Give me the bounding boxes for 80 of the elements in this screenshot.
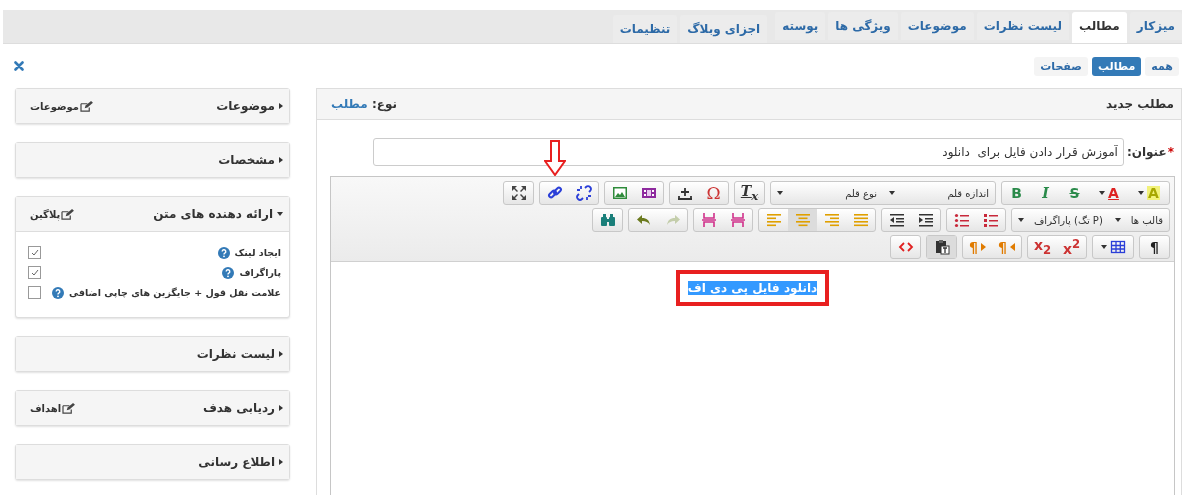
broken-link-icon bbox=[575, 185, 592, 201]
panel-toggle[interactable]: اطلاع رسانی bbox=[198, 455, 283, 469]
filter-pill[interactable]: مطالب bbox=[1091, 56, 1142, 76]
align-center-icon bbox=[794, 212, 811, 228]
link-icon bbox=[546, 185, 563, 201]
help-icon[interactable] bbox=[217, 246, 230, 259]
format-dropdown[interactable]: نوع قلم bbox=[771, 182, 883, 204]
option-label: علامت نقل قول + جایگزین های چاپی اضافی bbox=[69, 287, 281, 298]
title-field[interactable]: آموزش قرار دادن فایل برای دانلود bbox=[373, 138, 1124, 166]
edit-link[interactable]: اهداف bbox=[30, 402, 76, 414]
special-character-button[interactable]: Ω bbox=[699, 182, 728, 204]
nav-tab[interactable]: مطالب bbox=[1071, 12, 1127, 43]
required-mark: * bbox=[1167, 145, 1174, 159]
numbered-list-icon bbox=[982, 212, 999, 228]
clear-format-button[interactable]: T$_{x}$ bbox=[735, 182, 764, 204]
strikethrough-button[interactable]: S bbox=[1060, 182, 1089, 204]
help-icon[interactable] bbox=[52, 286, 65, 299]
nav-tab[interactable]: اجزای وبلاگ bbox=[680, 15, 768, 43]
title-label: عنوان: bbox=[1126, 145, 1167, 159]
filter-pill[interactable]: همه bbox=[1145, 56, 1179, 76]
anchor-icon bbox=[676, 185, 693, 201]
justify-icon bbox=[852, 212, 869, 228]
format-dropdown[interactable]: (P تگ) پاراگراف bbox=[1012, 209, 1109, 231]
page-break-icon bbox=[729, 212, 746, 228]
checkbox[interactable] bbox=[28, 246, 41, 259]
page-break-icon bbox=[700, 212, 717, 228]
close-icon[interactable] bbox=[14, 61, 24, 71]
table-icon bbox=[1109, 239, 1126, 255]
outdent-icon bbox=[888, 212, 905, 228]
indent-icon bbox=[917, 212, 934, 228]
edit-icon bbox=[62, 402, 76, 414]
ltr-button[interactable]: ¶ bbox=[963, 236, 992, 258]
right-arrow-icon bbox=[980, 243, 986, 251]
film-icon bbox=[640, 185, 657, 201]
panel-title: مطلب جدید bbox=[1106, 97, 1174, 111]
nav-tab[interactable]: موضوعات bbox=[900, 12, 974, 40]
panel-toggle[interactable]: ردیابی هدف bbox=[202, 401, 283, 415]
help-icon[interactable] bbox=[222, 266, 235, 279]
panel-toggle[interactable]: لیست نظرات bbox=[196, 347, 283, 361]
bullet-list-icon bbox=[953, 212, 970, 228]
left-arrow-icon bbox=[1009, 243, 1015, 251]
align-left-icon bbox=[765, 212, 782, 228]
edit-link[interactable]: پلاگین bbox=[30, 208, 75, 220]
bold-button[interactable]: B bbox=[1002, 182, 1031, 204]
filter-pill[interactable]: صفحات bbox=[1034, 56, 1088, 76]
italic-button[interactable]: I bbox=[1031, 182, 1060, 204]
superscript-button[interactable]: x$^{2}$ bbox=[1057, 236, 1086, 258]
editor-text: دانلود فایل پی دی اف bbox=[687, 281, 818, 295]
checkmark-icon bbox=[29, 247, 40, 258]
edit-link[interactable]: موضوعات bbox=[30, 100, 94, 112]
panel-toggle[interactable]: موضوعات bbox=[216, 99, 283, 113]
checkbox[interactable] bbox=[28, 266, 41, 279]
annotation-arrow bbox=[543, 140, 566, 176]
edit-icon bbox=[80, 100, 94, 112]
checkbox[interactable] bbox=[28, 286, 41, 299]
maximize-icon bbox=[510, 185, 527, 201]
format-dropdown[interactable]: قالب ها bbox=[1108, 209, 1169, 231]
nav-tab[interactable]: تنظیمات bbox=[612, 15, 678, 43]
nav-tab[interactable]: میزکار bbox=[1129, 12, 1182, 40]
edit-icon bbox=[61, 208, 75, 220]
nav-tab[interactable]: ویژگی ها bbox=[828, 12, 898, 40]
nav-tab[interactable]: لیست نظرات bbox=[976, 12, 1069, 40]
type-label: نوع: bbox=[371, 97, 397, 111]
show-blocks-button[interactable]: ¶ bbox=[1140, 236, 1169, 258]
image-icon bbox=[611, 185, 628, 201]
clipboard-icon bbox=[933, 239, 950, 255]
panel-toggle[interactable]: ارائه دهنده های متن bbox=[153, 207, 283, 221]
paste-text-button[interactable] bbox=[927, 236, 956, 258]
binoculars-icon bbox=[599, 212, 616, 228]
panel-toggle[interactable]: مشخصات bbox=[218, 153, 283, 167]
text-color-button[interactable]: A bbox=[1089, 182, 1129, 204]
subscript-button[interactable]: x$_{2}$ bbox=[1028, 236, 1057, 258]
checkmark-icon bbox=[29, 267, 40, 278]
option-label: ایجاد لینک bbox=[234, 247, 281, 258]
format-dropdown[interactable]: اندازه قلم bbox=[883, 182, 995, 204]
type-value: مطلب bbox=[331, 97, 368, 111]
option-label: پاراگراف bbox=[239, 267, 281, 278]
rtl-button[interactable]: ¶ bbox=[992, 236, 1021, 258]
nav-tab[interactable]: پوسته bbox=[775, 12, 826, 40]
align-right-icon bbox=[823, 212, 840, 228]
